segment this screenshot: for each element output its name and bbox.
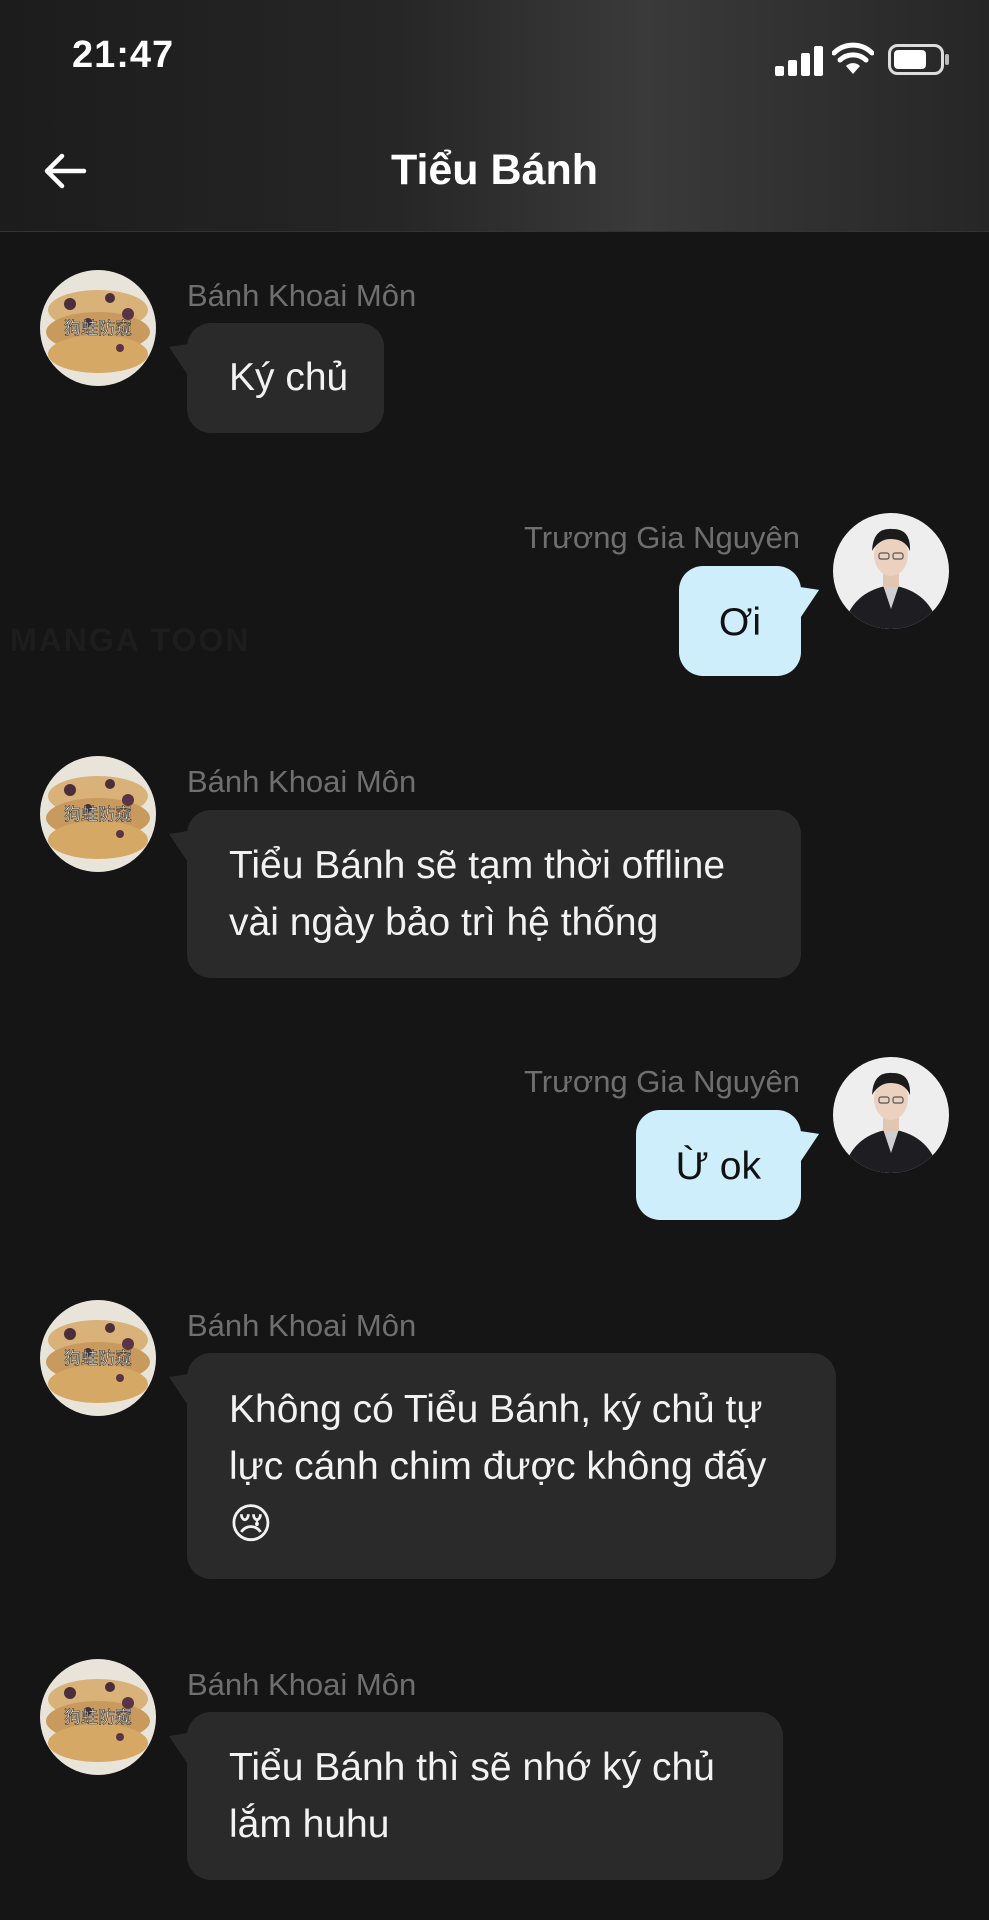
watermark: MANGA TOON bbox=[10, 622, 251, 658]
cake-avatar-image: 狗蛙防窥 bbox=[40, 756, 156, 872]
sender-name: Bánh Khoai Môn bbox=[187, 764, 417, 799]
message-text-line: vài ngày bảo trì hệ thống bbox=[229, 901, 659, 944]
person-avatar-image bbox=[833, 513, 949, 629]
message-text-line: Tiểu Bánh sẽ tạm thời offline bbox=[229, 844, 726, 887]
page-title: Tiểu Bánh bbox=[390, 146, 599, 194]
svg-text:狗蛙防窥: 狗蛙防窥 bbox=[64, 319, 132, 339]
avatar-truong-gia-nguyen[interactable] bbox=[833, 513, 949, 629]
chat-bubble-received[interactable]: Không có Tiểu Bánh, ký chủ tự lực cánh c… bbox=[187, 1353, 836, 1579]
sender-name: Trương Gia Nguyên bbox=[524, 520, 800, 555]
svg-text:狗蛙防窥: 狗蛙防窥 bbox=[64, 1708, 132, 1728]
cake-avatar-image: 狗蛙防窥 bbox=[40, 270, 156, 386]
wifi-icon bbox=[832, 42, 874, 74]
avatar-banh-khoai-mon[interactable]: 狗蛙防窥 bbox=[40, 1300, 156, 1416]
message-text-line: lực cánh chim được không đấy bbox=[229, 1445, 767, 1488]
sender-name: Bánh Khoai Môn bbox=[187, 278, 417, 313]
message-text-line: lắm huhu bbox=[229, 1803, 390, 1846]
header-divider bbox=[0, 231, 989, 232]
cellular-signal-icon bbox=[775, 46, 823, 76]
chat-bubble-received[interactable]: Tiểu Bánh sẽ tạm thời offline vài ngày b… bbox=[187, 810, 801, 978]
sender-name: Trương Gia Nguyên bbox=[524, 1064, 800, 1099]
cake-avatar-image: 狗蛙防窥 bbox=[40, 1659, 156, 1775]
person-avatar-image bbox=[833, 1057, 949, 1173]
chat-bubble-sent[interactable]: Ừ ok bbox=[635, 1110, 801, 1220]
battery-icon bbox=[888, 44, 949, 75]
status-time: 21:47 bbox=[72, 34, 175, 76]
svg-text:狗蛙防窥: 狗蛙防窥 bbox=[64, 805, 132, 825]
avatar-banh-khoai-mon[interactable]: 狗蛙防窥 bbox=[40, 756, 156, 872]
chat-bubble-received[interactable]: Ký chủ bbox=[187, 323, 385, 433]
chat-bubble-sent[interactable]: Ơi bbox=[678, 566, 801, 676]
svg-text:狗蛙防窥: 狗蛙防窥 bbox=[64, 1349, 132, 1369]
message-text: Ơi bbox=[718, 601, 761, 644]
avatar-truong-gia-nguyen[interactable] bbox=[833, 1057, 949, 1173]
avatar-banh-khoai-mon[interactable]: 狗蛙防窥 bbox=[40, 1659, 156, 1775]
message-text: Ừ ok bbox=[675, 1145, 761, 1188]
message-text-line: Tiểu Bánh thì sẽ nhớ ký chủ bbox=[229, 1746, 715, 1789]
crying-face-emoji: 😢 bbox=[229, 1499, 273, 1548]
sender-name: Bánh Khoai Môn bbox=[187, 1667, 417, 1702]
message-text: Ký chủ bbox=[229, 356, 349, 399]
message-text-line: Không có Tiểu Bánh, ký chủ tự bbox=[229, 1388, 763, 1431]
avatar-banh-khoai-mon[interactable]: 狗蛙防窥 bbox=[40, 270, 156, 386]
chat-bubble-received[interactable]: Tiểu Bánh thì sẽ nhớ ký chủ lắm huhu bbox=[187, 1712, 783, 1880]
cake-avatar-image: 狗蛙防窥 bbox=[40, 1300, 156, 1416]
sender-name: Bánh Khoai Môn bbox=[187, 1308, 417, 1343]
